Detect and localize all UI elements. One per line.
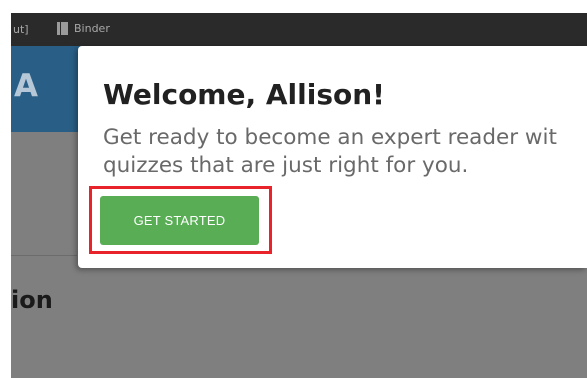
binder-icon [57, 22, 68, 35]
app-header-block: A [11, 46, 81, 132]
binder-link[interactable]: Binder [57, 22, 110, 35]
modal-title: Welcome, Allison! [103, 78, 385, 111]
modal-description-line-1: Get ready to become an expert reader wit [103, 125, 557, 150]
modal-description: Get ready to become an expert reader wit… [103, 124, 587, 180]
top-toolbar: ut] Binder [11, 13, 587, 46]
background-section-heading: ion [11, 286, 53, 314]
screenshot-margin [0, 0, 11, 378]
toolbar-item-truncated[interactable]: ut] [13, 23, 29, 36]
modal-description-line-2: quizzes that are just right for you. [103, 153, 469, 178]
header-letter: A [14, 68, 38, 104]
section-divider [11, 255, 77, 256]
get-started-button[interactable]: GET STARTED [100, 196, 259, 245]
binder-label: Binder [74, 22, 110, 35]
